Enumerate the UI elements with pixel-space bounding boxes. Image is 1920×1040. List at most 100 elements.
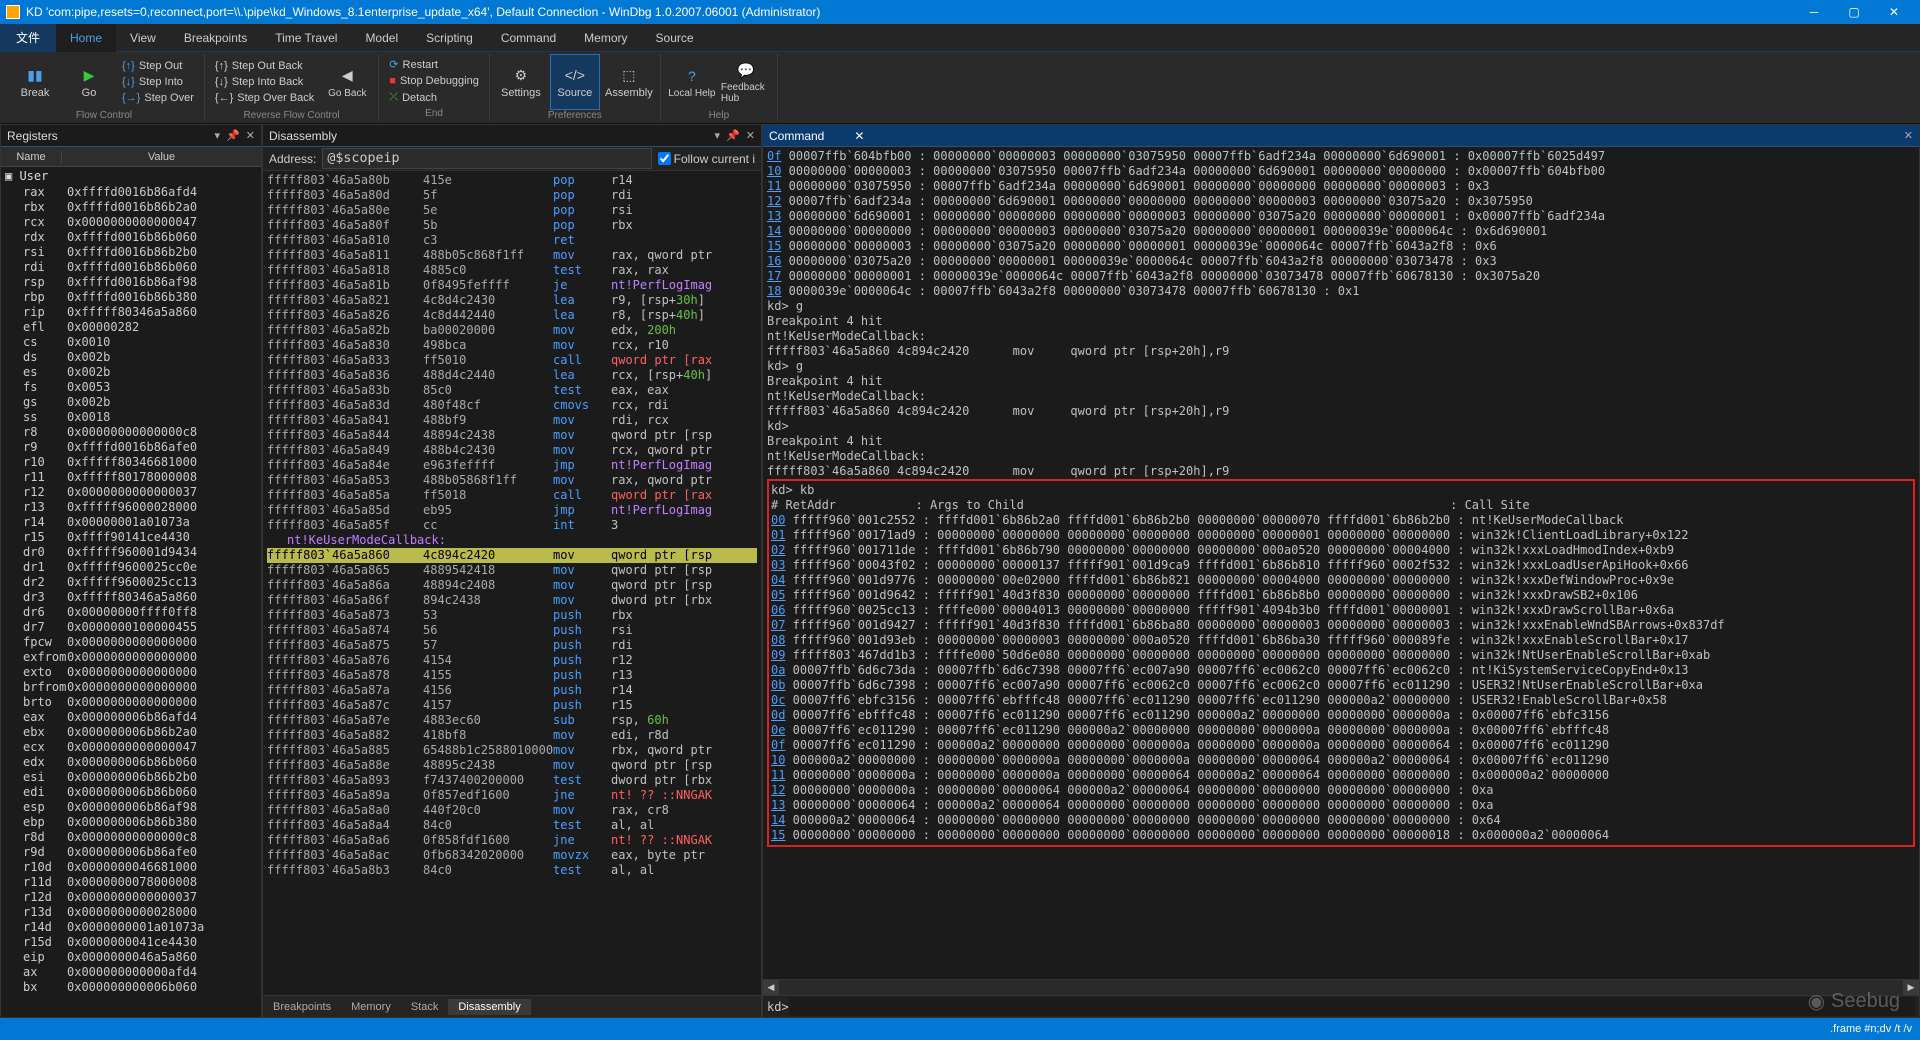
disasm-row[interactable]: fffff803`46a5a80f5bpoprbx [267,218,757,233]
step-over-back-button[interactable]: {←}Step Over Back [211,91,318,105]
reg-row[interactable]: bx0x000000000006b060 [1,980,261,995]
reg-row[interactable]: fpcw0x0000000000000000 [1,635,261,650]
reg-row[interactable]: rdi0xffffd0016b86b060 [1,260,261,275]
source-button[interactable]: </>Source [550,54,600,110]
disasm-row[interactable]: fffff803`46a5a8a484c0testal, al [267,818,757,833]
disasm-row[interactable]: fffff803`46a5a88565488b1c2588010000movrb… [267,743,757,758]
disasm-row[interactable]: fffff803`46a5a8ac0fb68342020000movzxeax,… [267,848,757,863]
disasm-row[interactable]: fffff803`46a5a836488d4c2440learcx, [rsp+… [267,368,757,383]
reg-row[interactable]: dr00xfffff960001d9434 [1,545,261,560]
reg-row[interactable]: rdx0xffffd0016b86b060 [1,230,261,245]
disasm-row[interactable]: fffff803`46a5a87e4883ec60subrsp, 60h [267,713,757,728]
reg-row[interactable]: ebp0x000000006b86b380 [1,815,261,830]
tab-disassembly[interactable]: Disassembly [448,999,530,1015]
follow-checkbox[interactable]: Follow current i [658,152,755,166]
reg-row[interactable]: rbp0xffffd0016b86b380 [1,290,261,305]
menu-tab-command[interactable]: Command [487,24,570,52]
disasm-row[interactable]: fffff803`46a5a87557pushrdi [267,638,757,653]
disasm-row[interactable]: fffff803`46a5a8a60f858fdf1600jnent! ?? :… [267,833,757,848]
disasm-row[interactable]: fffff803`46a5a83b85c0testeax, eax [267,383,757,398]
disasm-row[interactable]: fffff803`46a5a87353pushrbx [267,608,757,623]
disasm-row[interactable]: fffff803`46a5a849488b4c2430movrcx, qword… [267,443,757,458]
disasm-row[interactable]: fffff803`46a5a8654889542418movqword ptr … [267,563,757,578]
disasm-row[interactable]: fffff803`46a5a86f894c2438movdword ptr [r… [267,593,757,608]
disasm-row[interactable]: fffff803`46a5a810c3ret [267,233,757,248]
reg-row[interactable]: efl0x00000282 [1,320,261,335]
reg-row[interactable]: brfrom0x0000000000000000 [1,680,261,695]
detach-button[interactable]: ⤫Detach [385,90,483,105]
disasm-row[interactable]: fffff803`46a5a81b0f8495feffffjent!PerfLo… [267,278,757,293]
reg-row[interactable]: dr60x00000000ffff0ff8 [1,605,261,620]
menu-tab-model[interactable]: Model [351,24,412,52]
reg-row[interactable]: r13d0x0000000000028000 [1,905,261,920]
reg-row[interactable]: dr70x0000000100000455 [1,620,261,635]
reg-row[interactable]: rax0xffffd0016b86afd4 [1,185,261,200]
disasm-row[interactable]: fffff803`46a5a8184885c0testrax, rax [267,263,757,278]
reg-row[interactable]: dr10xfffff9600025cc0e [1,560,261,575]
reg-row[interactable]: ss0x0018 [1,410,261,425]
stop-debug-button[interactable]: ■Stop Debugging [385,74,483,88]
disasm-row[interactable]: fffff803`46a5a841488bf9movrdi, rcx [267,413,757,428]
disassembly-header[interactable]: Disassembly ▾📌✕ [263,125,761,147]
disasm-row[interactable]: fffff803`46a5a83d480f48cfcmovsrcx, rdi [267,398,757,413]
step-out-button[interactable]: {↑}Step Out [118,59,198,73]
break-button[interactable]: ▮▮Break [10,54,60,110]
reg-row[interactable]: r10d0x0000000046681000 [1,860,261,875]
reg-row[interactable]: eax0x000000006b86afd4 [1,710,261,725]
disasm-row[interactable]: fffff803`46a5a893f7437400200000testdword… [267,773,757,788]
menu-file[interactable]: 文件 [0,24,56,52]
reg-row[interactable]: esp0x000000006b86af98 [1,800,261,815]
reg-row[interactable]: edx0x000000006b86b060 [1,755,261,770]
tab-breakpoints[interactable]: Breakpoints [263,999,341,1015]
disasm-row[interactable]: fffff803`46a5a80b415epopr14 [267,173,757,188]
disasm-row[interactable]: fffff803`46a5a80d5fpoprdi [267,188,757,203]
disasm-row[interactable]: fffff803`46a5a853488b05868f1ffmovrax, qw… [267,473,757,488]
close-icon[interactable]: ✕ [1904,129,1913,142]
reg-row[interactable]: r150xffff90141ce4430 [1,530,261,545]
disasm-row[interactable]: fffff803`46a5a88e48895c2438movqword ptr … [267,758,757,773]
settings-button[interactable]: ⚙Settings [496,54,546,110]
disasm-row[interactable]: fffff803`46a5a82bba00020000movedx, 200h [267,323,757,338]
reg-row[interactable]: rbx0xffffd0016b86b2a0 [1,200,261,215]
reg-row[interactable]: rsp0xffffd0016b86af98 [1,275,261,290]
reg-row[interactable]: r11d0x0000000078000008 [1,875,261,890]
menu-tab-home[interactable]: Home [56,24,116,52]
disasm-row[interactable]: fffff803`46a5a87a4156pushr14 [267,683,757,698]
go-button[interactable]: ▶Go [64,54,114,110]
reg-row[interactable]: esi0x000000006b86b2b0 [1,770,261,785]
dropdown-icon[interactable]: ▾ [215,129,221,142]
reg-row[interactable]: edi0x000000006b86b060 [1,785,261,800]
disasm-row[interactable]: fffff803`46a5a87c4157pushr15 [267,698,757,713]
disasm-row[interactable]: fffff803`46a5a85deb95jmpnt!PerfLogImag [267,503,757,518]
disasm-row[interactable]: fffff803`46a5a8604c894c2420movqword ptr … [267,548,757,563]
maximize-button[interactable]: ▢ [1834,0,1874,24]
reg-row[interactable]: ebx0x000000006b86b2a0 [1,725,261,740]
close-button[interactable]: ✕ [1874,0,1914,24]
tab-stack[interactable]: Stack [401,999,449,1015]
reg-row[interactable]: exfrom0x0000000000000000 [1,650,261,665]
reg-row[interactable]: dr20xfffff9600025cc13 [1,575,261,590]
disasm-row[interactable]: fffff803`46a5a882418bf8movedi, r8d [267,728,757,743]
reg-row[interactable]: gs0x002b [1,395,261,410]
step-into-button[interactable]: {↓}Step Into [118,75,198,89]
reg-row[interactable]: cs0x0010 [1,335,261,350]
reg-row[interactable]: r15d0x0000000041ce4430 [1,935,261,950]
tab-memory[interactable]: Memory [341,999,401,1015]
reg-row[interactable]: r100xfffff80346681000 [1,455,261,470]
disasm-row[interactable]: fffff803`46a5a8b384c0testal, al [267,863,757,878]
reg-row[interactable]: ecx0x0000000000000047 [1,740,261,755]
disasm-row[interactable]: fffff803`46a5a811488b05c868f1ffmovrax, q… [267,248,757,263]
go-back-button[interactable]: ◀Go Back [322,54,372,110]
tab-close-icon[interactable]: ✕ [854,129,864,143]
command-input[interactable] [789,997,1915,1016]
disasm-row[interactable]: fffff803`46a5a8214c8d4c2430lear9, [rsp+3… [267,293,757,308]
disasm-row[interactable]: fffff803`46a5a85fccint3 [267,518,757,533]
reg-row[interactable]: r110xfffff80178000008 [1,470,261,485]
disasm-row[interactable]: fffff803`46a5a86a48894c2408movqword ptr … [267,578,757,593]
menu-tab-scripting[interactable]: Scripting [412,24,487,52]
menu-tab-memory[interactable]: Memory [570,24,641,52]
reg-row[interactable]: r130xfffff96000028000 [1,500,261,515]
reg-row[interactable]: rsi0xffffd0016b86b2b0 [1,245,261,260]
reg-row[interactable]: exto0x0000000000000000 [1,665,261,680]
address-input[interactable] [322,148,651,169]
